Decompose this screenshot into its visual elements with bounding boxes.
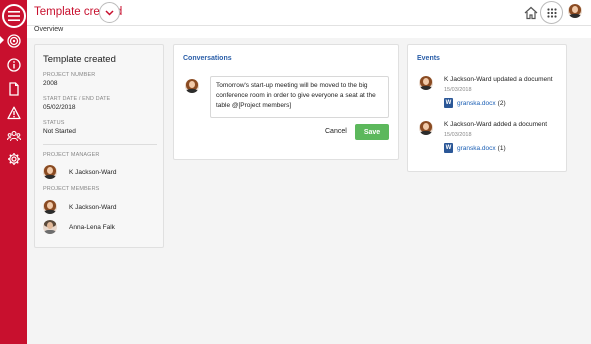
manager-person[interactable]: K Jackson-Ward: [43, 165, 116, 179]
app-root: Template created Overview Template creat…: [0, 0, 591, 344]
conversations-heading: Conversations: [183, 55, 232, 62]
gear-icon: [8, 153, 20, 165]
status-value: Not Started: [43, 128, 76, 135]
save-button[interactable]: Save: [355, 124, 389, 140]
member-item[interactable]: K Jackson-Ward: [43, 200, 116, 214]
file-version-count: (1): [497, 144, 506, 152]
file-link[interactable]: granska.docx: [457, 100, 496, 107]
avatar: [419, 121, 433, 135]
file-version-count: (2): [497, 99, 506, 107]
project-number-value: 2008: [43, 80, 58, 87]
avatar: [419, 76, 433, 90]
divider: [43, 144, 157, 145]
home-icon[interactable]: [523, 5, 539, 21]
word-doc-icon: W: [444, 143, 453, 153]
member-name: Anna-Lena Falk: [69, 223, 115, 231]
title-dropdown-button[interactable]: [99, 2, 120, 23]
event-file: W granska.docx (1): [444, 143, 506, 153]
top-header: Template created: [27, 0, 591, 26]
project-number-label: PROJECT NUMBER: [43, 72, 96, 78]
people-icon: [7, 130, 21, 142]
apps-grid-button[interactable]: [540, 1, 563, 24]
warning-icon: [7, 106, 21, 120]
events-heading: Events: [417, 55, 440, 62]
user-avatar[interactable]: [568, 4, 582, 18]
file-link[interactable]: granska.docx: [457, 145, 496, 152]
conversations-card: Conversations Tomorrow's start-up meetin…: [173, 44, 399, 160]
member-name: K Jackson-Ward: [69, 203, 117, 211]
project-title: Template created: [43, 54, 116, 65]
info-icon: [7, 58, 21, 72]
avatar: [185, 79, 199, 93]
events-card: Events K Jackson-Ward updated a document…: [407, 44, 567, 172]
target-icon: [7, 34, 21, 48]
sidebar-item-settings[interactable]: [6, 151, 22, 167]
member-item[interactable]: Anna-Lena Falk: [43, 220, 115, 234]
members-label: PROJECT MEMBERS: [43, 186, 100, 192]
grid-icon: [546, 7, 557, 18]
avatar: [43, 220, 57, 234]
manager-label: PROJECT MANAGER: [43, 152, 100, 158]
document-icon: [9, 82, 19, 96]
event-file: W granska.docx (2): [444, 98, 506, 108]
active-indicator: [0, 36, 4, 44]
dates-value: 05/02/2018: [43, 104, 76, 111]
subnav: Overview: [27, 26, 591, 38]
status-label: STATUS: [43, 120, 65, 126]
sidebar-item-documents[interactable]: [6, 81, 22, 97]
sidebar: [0, 0, 27, 344]
dates-label: START DATE / END DATE: [43, 96, 111, 102]
sidebar-item-risks[interactable]: [6, 105, 22, 121]
chevron-down-icon: [105, 9, 114, 16]
event-text: K Jackson-Ward added a document: [444, 121, 548, 128]
sidebar-item-overview[interactable]: [6, 33, 22, 49]
word-doc-icon: W: [444, 98, 453, 108]
overview-tab[interactable]: Overview: [34, 26, 63, 33]
hamburger-menu-button[interactable]: [2, 4, 26, 28]
sidebar-item-info[interactable]: [6, 57, 22, 73]
message-input[interactable]: Tomorrow's start-up meeting will be move…: [210, 76, 389, 118]
project-info-card: Template created PROJECT NUMBER 2008 STA…: [34, 44, 164, 248]
event-text: K Jackson-Ward updated a document: [444, 76, 553, 83]
menu-icon: [8, 11, 20, 21]
sidebar-item-members[interactable]: [6, 128, 22, 144]
avatar: [43, 200, 57, 214]
manager-name: K Jackson-Ward: [69, 168, 117, 176]
event-date: 15/03/2018: [444, 132, 472, 138]
event-date: 15/03/2018: [444, 87, 472, 93]
avatar: [43, 165, 57, 179]
cancel-button[interactable]: Cancel: [325, 128, 347, 135]
